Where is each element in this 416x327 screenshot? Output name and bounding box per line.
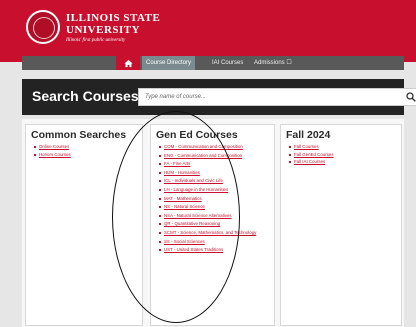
gen-ed-link[interactable]: QR - Quantitative Reasoning bbox=[159, 221, 274, 227]
link-fall-courses[interactable]: Fall Courses bbox=[289, 144, 401, 150]
gen-ed-link[interactable]: SS - Social Sciences bbox=[159, 239, 274, 245]
fall-2024-title: Fall 2024 bbox=[286, 129, 331, 141]
university-name-line2: UNIVERSITY bbox=[66, 24, 141, 36]
gen-ed-link[interactable]: SCMT - Science, Mathematics, and Technol… bbox=[159, 230, 274, 236]
university-name[interactable]: ILLINOIS STATE UNIVERSITY bbox=[66, 12, 160, 36]
gen-ed-link[interactable]: HUM - Humanities bbox=[159, 170, 274, 176]
site-header: ILLINOIS STATE UNIVERSITY Illinois' firs… bbox=[0, 0, 416, 62]
fall-2024-list: Fall Courses Fall GenEd Courses Fall IAI… bbox=[289, 144, 401, 165]
university-seal-icon[interactable] bbox=[26, 10, 60, 44]
gen-ed-link[interactable]: COM - Communication and Composition bbox=[159, 144, 274, 150]
search-icon[interactable] bbox=[406, 92, 416, 102]
gen-ed-list: COM - Communication and Composition ENG … bbox=[159, 144, 274, 253]
gen-ed-link[interactable]: ENG - Communication and Composition bbox=[159, 153, 274, 159]
gen-ed-link[interactable]: MAT - Mathematics bbox=[159, 196, 274, 202]
nav-course-directory[interactable]: Course Directory bbox=[142, 56, 196, 70]
gen-ed-link[interactable]: LH - Language in the Humanities bbox=[159, 187, 274, 193]
content-area: Common Searches Online Courses Honors Co… bbox=[22, 119, 404, 327]
gen-ed-link[interactable]: UST - United States Traditions bbox=[159, 247, 274, 253]
gen-ed-link[interactable]: NS - Natural Science bbox=[159, 204, 274, 210]
gen-ed-link[interactable]: NSA - Natural Science Alternatives bbox=[159, 213, 274, 219]
gen-ed-courses-panel: Gen Ed Courses COM - Communication and C… bbox=[150, 124, 275, 326]
common-searches-title: Common Searches bbox=[31, 129, 127, 141]
link-fall-iai-courses[interactable]: Fall IAI Courses bbox=[289, 159, 401, 165]
common-searches-panel: Common Searches Online Courses Honors Co… bbox=[25, 124, 143, 326]
search-courses-bar: Search Courses Type name of course... bbox=[22, 79, 416, 115]
link-online-courses[interactable]: Online Courses bbox=[34, 144, 142, 150]
gen-ed-title: Gen Ed Courses bbox=[156, 129, 238, 141]
gen-ed-link[interactable]: ICL - Individuals and Civic Life bbox=[159, 178, 274, 184]
fall-2024-panel: Fall 2024 Fall Courses Fall GenEd Course… bbox=[280, 124, 402, 326]
home-icon bbox=[123, 59, 133, 67]
university-name-line1: ILLINOIS STATE bbox=[66, 12, 161, 24]
search-title: Search Courses bbox=[32, 88, 139, 104]
main-navigation: Course Directory IAI Courses Admissions … bbox=[22, 56, 404, 70]
link-honors-courses[interactable]: Honors Courses bbox=[34, 152, 142, 158]
course-search-input[interactable]: Type name of course... bbox=[138, 88, 416, 106]
university-tagline: Illinois' first public university bbox=[66, 38, 126, 43]
nav-admissions[interactable]: Admissions ☐ bbox=[250, 56, 296, 70]
link-fall-gened-courses[interactable]: Fall GenEd Courses bbox=[289, 152, 401, 158]
nav-home-button[interactable] bbox=[116, 56, 140, 70]
gen-ed-link[interactable]: FA - Fine Arts bbox=[159, 161, 274, 167]
nav-iai-courses[interactable]: IAI Courses bbox=[208, 56, 247, 70]
common-searches-list: Online Courses Honors Courses bbox=[34, 144, 142, 158]
